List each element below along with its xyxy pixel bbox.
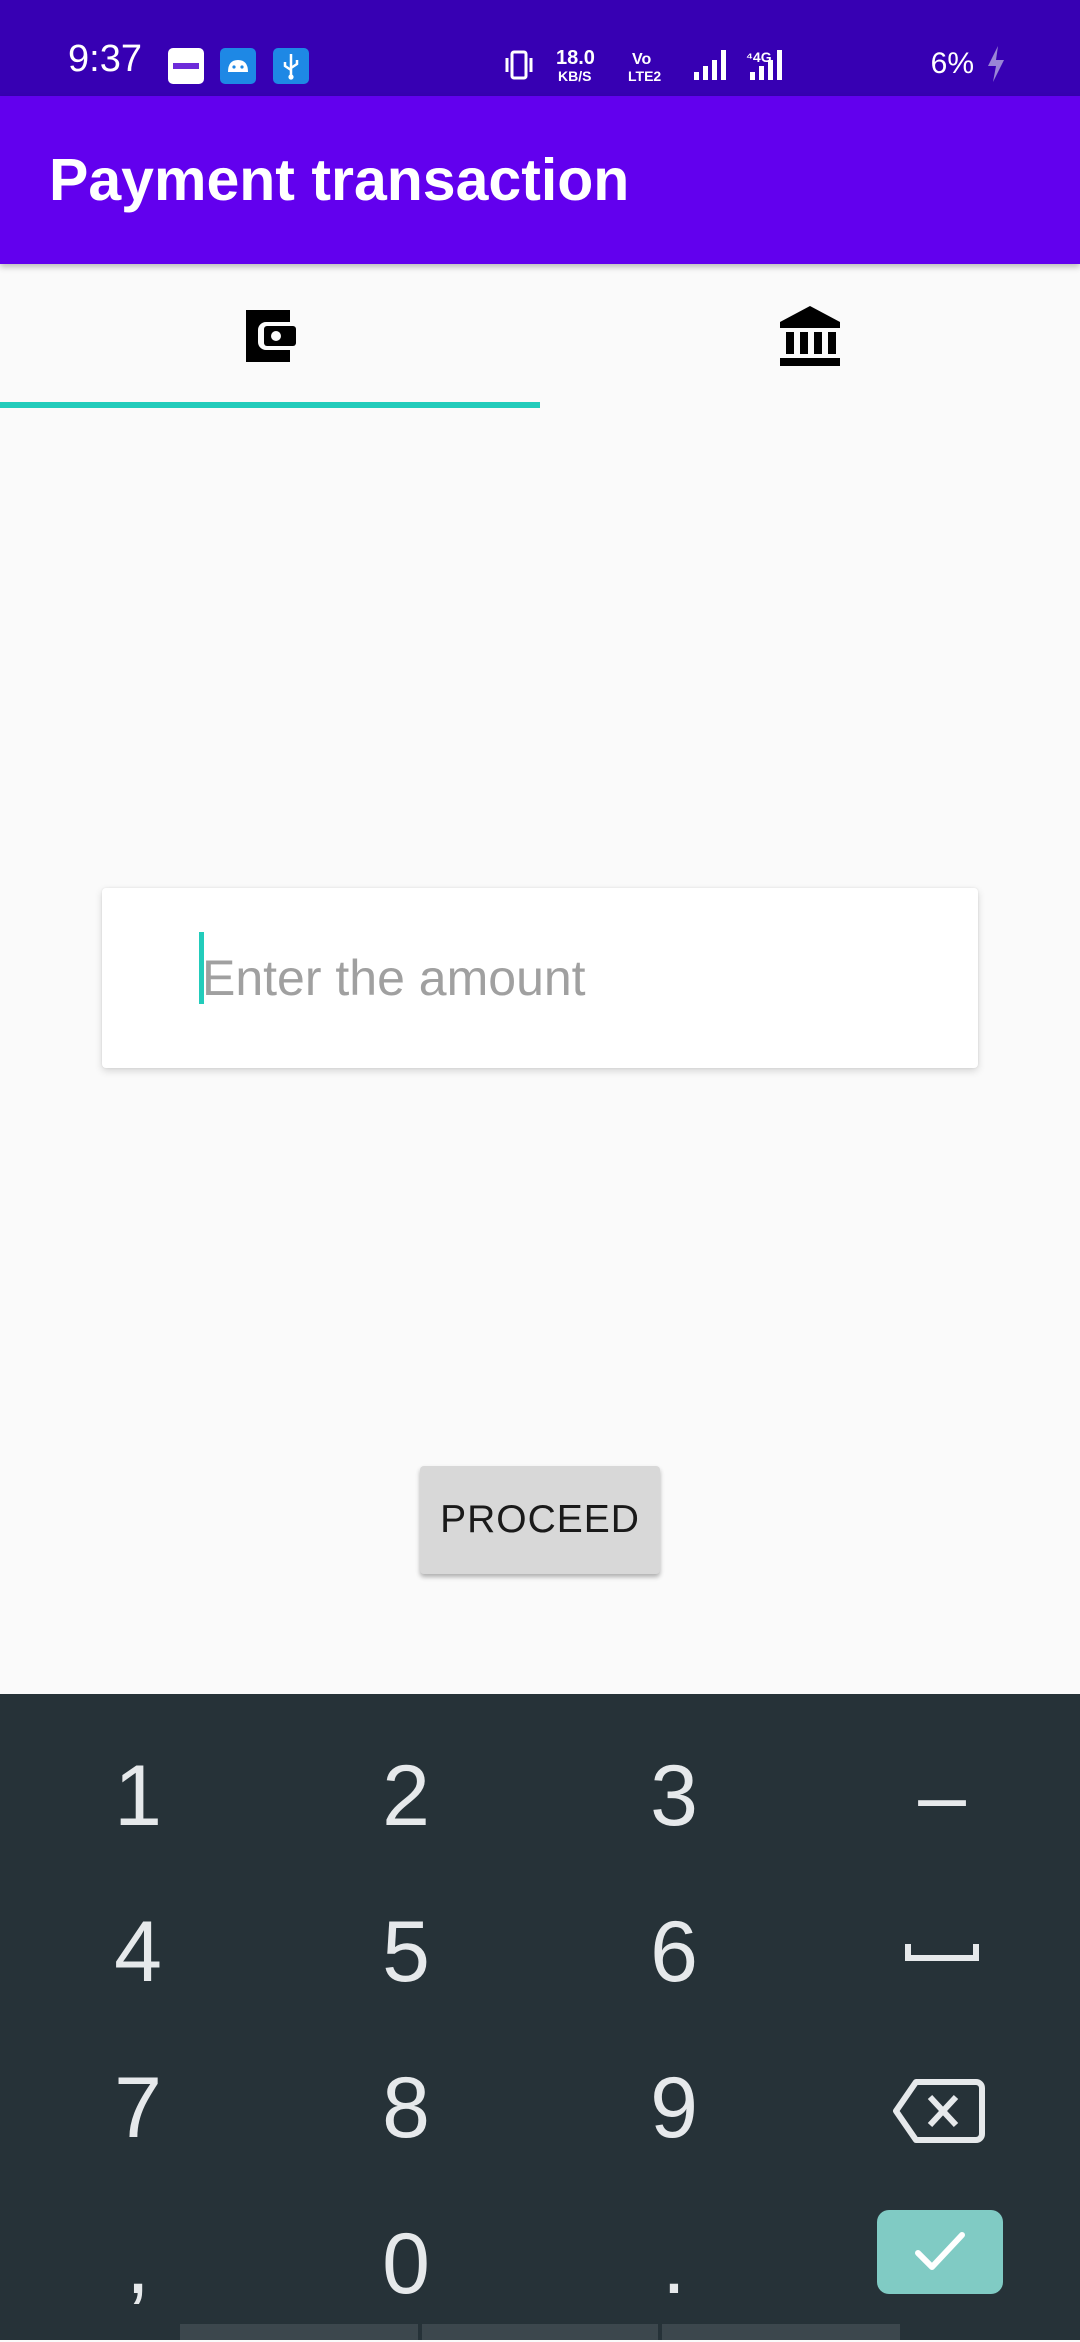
keyboard-bottom-strip — [422, 2324, 658, 2340]
battery-percent: 6% — [930, 47, 974, 80]
page-title: Payment transaction — [49, 147, 630, 213]
key-comma[interactable]: , — [4, 2186, 272, 2342]
status-time: 9:37 — [68, 38, 142, 80]
key-minus[interactable]: – — [808, 1718, 1076, 1874]
key-2[interactable]: 2 — [272, 1718, 540, 1874]
signal-icon — [694, 50, 726, 80]
vibrate-icon — [505, 50, 533, 80]
key-space[interactable] — [808, 1874, 1076, 2030]
tab-wallet[interactable] — [0, 264, 540, 408]
tab-bar — [0, 264, 1080, 408]
keyboard-bottom-strip — [662, 2324, 900, 2340]
volte-icon: Vo LTE2 — [628, 51, 661, 84]
amount-card — [102, 888, 978, 1068]
bank-icon — [780, 306, 840, 366]
space-icon — [905, 1944, 979, 1961]
svg-text:18.0: 18.0 — [556, 47, 595, 69]
key-7[interactable]: 7 — [4, 2030, 272, 2186]
key-3[interactable]: 3 — [540, 1718, 808, 1874]
usb-icon — [273, 48, 309, 84]
svg-text:LTE2: LTE2 — [628, 68, 661, 84]
amount-input[interactable] — [198, 936, 922, 1020]
svg-text:Vo: Vo — [632, 51, 651, 68]
key-6[interactable]: 6 — [540, 1874, 808, 2030]
key-backspace[interactable] — [808, 2030, 1076, 2186]
key-period[interactable]: . — [540, 2186, 808, 2342]
tab-selected-indicator — [0, 402, 540, 408]
proceed-button[interactable]: PROCEED — [420, 1466, 660, 1574]
status-bar: 9:37 18.0 KB/S Vo LTE2 ⁴4G 6% — [0, 0, 1080, 96]
charging-icon — [988, 46, 1004, 82]
numeric-keyboard: 1 2 3 – 4 5 6 7 8 9 , 0 . — [0, 1694, 1080, 2340]
android-icon — [220, 48, 256, 84]
text-cursor — [199, 932, 204, 1004]
app-bar: Payment transaction — [0, 96, 1080, 264]
svg-text:KB/S: KB/S — [558, 68, 591, 84]
tab-bank[interactable] — [540, 264, 1080, 408]
key-4[interactable]: 4 — [4, 1874, 272, 2030]
backspace-icon — [893, 2079, 985, 2143]
done-key[interactable] — [877, 2210, 1003, 2294]
4g-signal-icon: ⁴4G — [746, 49, 782, 80]
zomato-icon — [168, 48, 204, 84]
wallet-icon — [246, 310, 296, 362]
key-9[interactable]: 9 — [540, 2030, 808, 2186]
keyboard-bottom-strip — [180, 2324, 418, 2340]
checkmark-icon — [915, 2232, 965, 2270]
key-5[interactable]: 5 — [272, 1874, 540, 2030]
key-0[interactable]: 0 — [272, 2186, 540, 2342]
svg-text:⁴4G: ⁴4G — [746, 49, 772, 65]
key-1[interactable]: 1 — [4, 1718, 272, 1874]
network-speed-icon: 18.0 KB/S — [556, 47, 595, 84]
key-8[interactable]: 8 — [272, 2030, 540, 2186]
